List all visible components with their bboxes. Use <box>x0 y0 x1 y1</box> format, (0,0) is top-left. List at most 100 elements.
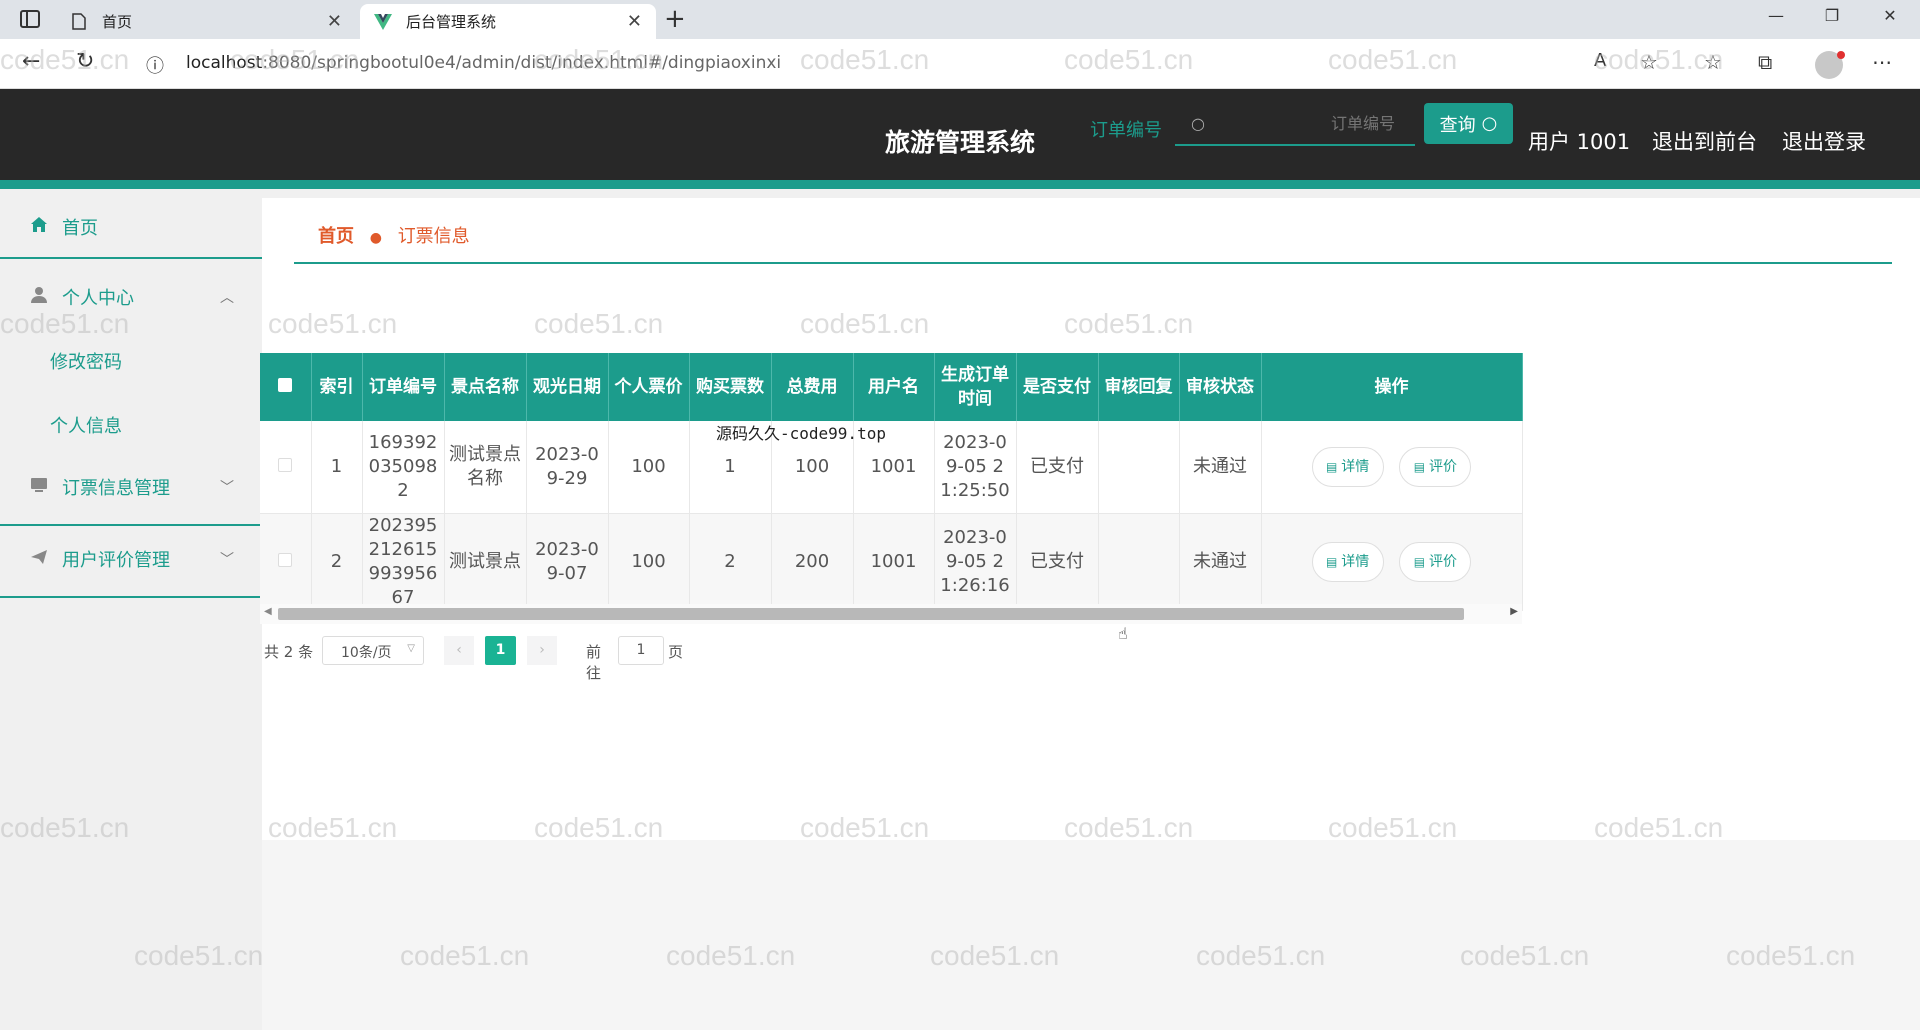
search-field: ○ <box>1175 104 1415 146</box>
column-header: 个人票价 <box>608 353 690 421</box>
profile-avatar[interactable] <box>1815 51 1845 79</box>
table-row: 1 1693920350982 测试景点名称 2023-09-29 100 1 … <box>260 421 1523 514</box>
cell-actions: ▤ 详情 ▤ 评价 <box>1261 421 1523 514</box>
cell-index: 1 <box>311 421 363 514</box>
divider <box>0 524 262 526</box>
sidebar-item-review-management[interactable]: 用户评价管理 ﹀ <box>0 544 262 574</box>
logout-link[interactable]: 退出登录 <box>1782 126 1866 156</box>
refresh-icon[interactable]: ↻ <box>76 49 94 74</box>
cell-order-no: 1693920350982 <box>362 421 445 514</box>
row-checkbox[interactable] <box>260 421 312 514</box>
browser-tab-home[interactable]: 首页 ✕ <box>56 4 356 39</box>
app-title: 旅游管理系统 <box>884 128 1035 157</box>
row-checkbox[interactable] <box>260 513 312 611</box>
scrollbar-thumb[interactable] <box>278 608 1464 620</box>
hand-cursor-icon: ☝ <box>1118 624 1128 643</box>
cell-created: 2023-09-05 21:25:50 <box>934 421 1017 514</box>
next-page-button[interactable]: › <box>527 636 557 665</box>
column-header: 操作 <box>1261 353 1523 421</box>
info-icon[interactable]: ⓘ <box>146 52 164 78</box>
breadcrumb-home[interactable]: 首页 <box>318 226 354 247</box>
address-bar: ← ↻ ⓘ localhost:8080/springbootul0e4/adm… <box>0 39 1920 89</box>
sidebar: 首页 个人中心 ︿ 修改密码 个人信息 订票信息管理 ﹀ 用户评价管理 ﹀ <box>0 198 262 1030</box>
review-button[interactable]: ▤ 评价 <box>1399 446 1472 487</box>
cell-paid: 已支付 <box>1016 513 1099 611</box>
cell-date: 2023-09-07 <box>526 513 609 611</box>
back-to-front-link[interactable]: 退出到前台 <box>1652 126 1757 156</box>
scroll-right-icon[interactable]: ▶ <box>1510 606 1518 617</box>
horizontal-scrollbar[interactable]: ◀ ▶ <box>260 604 1522 624</box>
document-icon: ▤ <box>1325 554 1338 569</box>
more-icon[interactable]: ⋯ <box>1872 50 1892 74</box>
column-header: 观光日期 <box>526 353 609 421</box>
cell-count: 2 <box>689 513 772 611</box>
sidebar-item-home[interactable]: 首页 <box>0 212 262 242</box>
detail-button[interactable]: ▤ 详情 <box>1311 541 1384 582</box>
page-size-select[interactable]: 10条/页 ▽ <box>322 636 424 665</box>
cell-total: 200 <box>771 513 854 611</box>
page-number[interactable]: 1 <box>485 636 516 665</box>
breadcrumb-separator-icon: ● <box>369 230 382 246</box>
sidebar-item-personal-info[interactable]: 个人信息 <box>50 412 122 438</box>
window-close-icon[interactable]: ✕ <box>1870 6 1910 25</box>
cell-spot: 测试景点名称 <box>444 421 527 514</box>
cell-reply <box>1098 513 1180 611</box>
read-aloud-icon[interactable]: A <box>1594 50 1606 71</box>
divider <box>0 257 262 259</box>
orders-table: 索引 订单编号 景点名称 观光日期 个人票价 购买票数 总费用 用户名 生成订单… <box>260 353 1523 611</box>
cell-created: 2023-09-05 21:26:16 <box>934 513 1017 611</box>
back-icon[interactable]: ← <box>22 49 40 74</box>
cell-price: 100 <box>608 421 690 514</box>
sidebar-toggle-icon[interactable] <box>20 10 40 28</box>
prev-page-button[interactable]: ‹ <box>444 636 474 665</box>
close-icon[interactable]: ✕ <box>327 11 342 32</box>
send-icon <box>30 549 48 570</box>
column-header: 审核回复 <box>1098 353 1180 421</box>
cell-status: 未通过 <box>1179 421 1262 514</box>
collections-icon[interactable]: ⧉ <box>1758 50 1772 74</box>
cell-actions: ▤ 详情 ▤ 评价 <box>1261 513 1523 611</box>
cell-paid: 已支付 <box>1016 421 1099 514</box>
sidebar-item-ticket-management[interactable]: 订票信息管理 ﹀ <box>0 472 262 502</box>
review-button[interactable]: ▤ 评价 <box>1399 541 1472 582</box>
browser-tab-bar: 首页 ✕ 后台管理系统 ✕ + — ❐ ✕ <box>0 0 1920 39</box>
favorite-add-icon[interactable]: ☆ <box>1640 50 1658 74</box>
breadcrumb-divider <box>294 262 1892 264</box>
column-header: 生成订单时间 <box>934 353 1017 421</box>
chevron-down-icon: ﹀ <box>220 480 234 496</box>
column-header: 索引 <box>311 353 363 421</box>
browser-tab-admin[interactable]: 后台管理系统 ✕ <box>360 4 656 39</box>
search-icon: ○ <box>1191 114 1205 133</box>
restore-icon[interactable]: ❐ <box>1812 6 1852 25</box>
goto-page-input[interactable]: 1 <box>618 636 664 665</box>
select-all-checkbox[interactable] <box>260 353 312 421</box>
url-field[interactable]: localhost:8080/springbootul0e4/admin/dis… <box>186 53 781 73</box>
favorites-icon[interactable]: ☆ <box>1704 50 1722 74</box>
chevron-down-icon: ▽ <box>407 643 415 654</box>
cell-index: 2 <box>311 513 363 611</box>
column-header: 购买票数 <box>689 353 772 421</box>
cell-order-no: 20239521261599395667 <box>362 513 445 611</box>
new-tab-icon[interactable]: + <box>664 4 686 34</box>
column-header: 订单编号 <box>362 353 445 421</box>
search-button[interactable]: 查询 ○ <box>1424 103 1513 144</box>
scroll-left-icon[interactable]: ◀ <box>264 606 272 617</box>
sidebar-item-personal-center[interactable]: 个人中心 ︿ <box>0 282 262 312</box>
minimize-icon[interactable]: — <box>1756 6 1796 25</box>
user-name: 用户 1001 <box>1528 130 1631 154</box>
cell-price: 100 <box>608 513 690 611</box>
search-label: 订单编号 <box>1090 120 1162 141</box>
cell-status: 未通过 <box>1179 513 1262 611</box>
order-number-input[interactable] <box>1215 112 1405 138</box>
goto-suffix: 页 <box>668 643 684 661</box>
close-icon[interactable]: ✕ <box>627 11 642 32</box>
sidebar-item-change-password[interactable]: 修改密码 <box>50 348 122 374</box>
search-icon: ○ <box>1481 113 1498 134</box>
detail-button[interactable]: ▤ 详情 <box>1311 446 1384 487</box>
tab-label: 后台管理系统 <box>406 13 497 31</box>
column-header: 景点名称 <box>444 353 527 421</box>
cell-date: 2023-09-29 <box>526 421 609 514</box>
document-icon: ▤ <box>1413 554 1426 569</box>
user-icon <box>30 286 48 308</box>
table-row: 2 20239521261599395667 测试景点 2023-09-07 1… <box>260 513 1523 611</box>
